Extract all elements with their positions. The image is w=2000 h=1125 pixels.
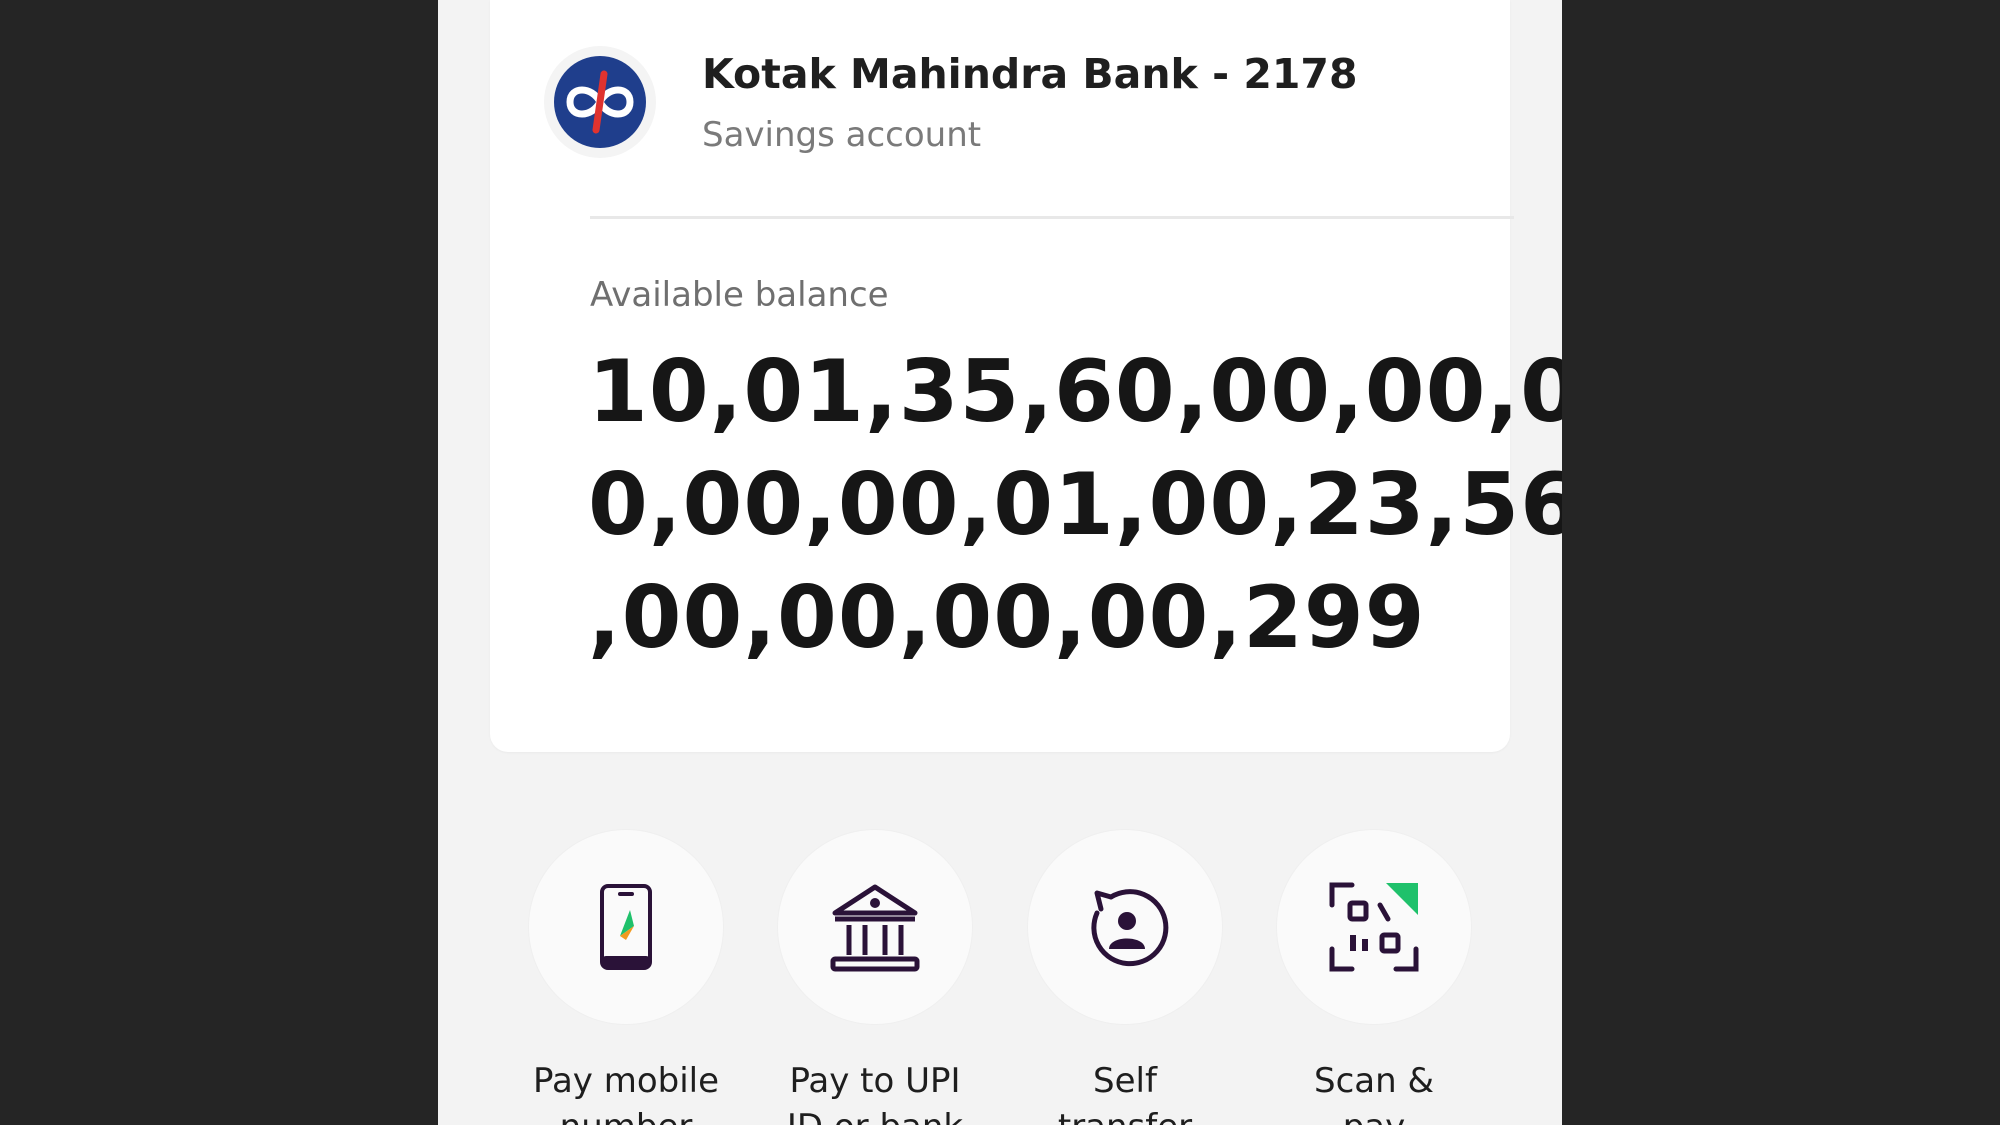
scan-pay-icon-circle[interactable] bbox=[1277, 830, 1471, 1024]
pay-to-upi-icon-circle[interactable] bbox=[778, 830, 972, 1024]
pay-mobile-label: Pay mobile bbox=[532, 1061, 720, 1101]
pay-to-upi-label: Pay to UPI bbox=[789, 1061, 961, 1101]
bank-name: Kotak Mahindra Bank - 2178 bbox=[702, 50, 1358, 98]
self-transfer-label-cont: transfer bbox=[1025, 1104, 1225, 1125]
pay-to-upi-label-cont: ID or bank bbox=[775, 1104, 975, 1125]
self-transfer-icon bbox=[1091, 889, 1169, 967]
account-card[interactable]: Kotak Mahindra Bank - 2178 Savings accou… bbox=[490, 0, 1562, 752]
self-transfer-icon-circle[interactable] bbox=[1028, 830, 1222, 1024]
screen-background: Kotak Mahindra Bank - 2178 Savings accou… bbox=[0, 0, 2000, 1125]
self-transfer-button[interactable]: Self transfer bbox=[1025, 830, 1225, 1125]
bank-icon bbox=[830, 884, 920, 972]
account-type: Savings account bbox=[702, 115, 982, 155]
phone-screen: Kotak Mahindra Bank - 2178 Savings accou… bbox=[438, 0, 1562, 1125]
pay-to-upi-button[interactable]: Pay to UPI ID or bank bbox=[775, 830, 975, 1125]
self-transfer-label: Self bbox=[1093, 1061, 1157, 1101]
pay-mobile-button[interactable]: Pay mobile number bbox=[526, 830, 726, 1125]
qr-scan-icon bbox=[1329, 882, 1419, 972]
kotak-logo-icon bbox=[544, 46, 656, 158]
mobile-phone-icon bbox=[600, 884, 652, 970]
balance-amount-line-3: ,00,00,00,00,299 bbox=[588, 568, 1426, 668]
pay-mobile-icon-circle[interactable] bbox=[529, 830, 723, 1024]
balance-label: Available balance bbox=[590, 275, 889, 315]
scan-pay-label: Scan & bbox=[1314, 1061, 1434, 1101]
scan-pay-button[interactable]: Scan & pay bbox=[1274, 830, 1474, 1125]
pay-mobile-label-cont: number bbox=[526, 1104, 726, 1125]
balance-amount-line-1: 10,01,35,60,00,00,0 bbox=[588, 342, 1562, 442]
balance-amount-line-2: 0,00,00,01,00,23,56 bbox=[588, 455, 1562, 555]
divider bbox=[590, 216, 1514, 219]
scan-pay-label-cont: pay bbox=[1274, 1104, 1474, 1125]
